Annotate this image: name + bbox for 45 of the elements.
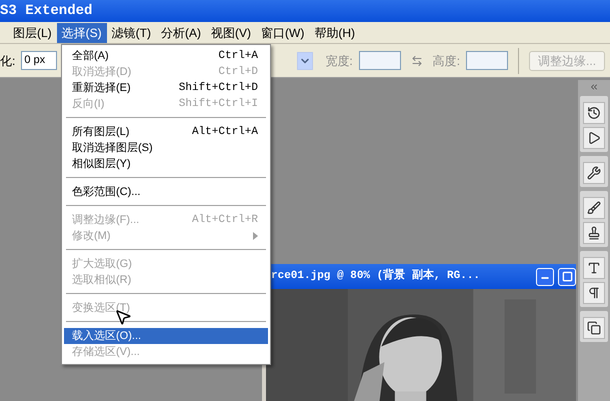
play-icon <box>587 131 601 145</box>
menu-title[interactable]: 滤镜(T) <box>106 22 156 42</box>
width-field[interactable] <box>358 51 401 70</box>
document-title: rce01.jpg @ 80% (背景 副本, RG... <box>271 268 482 284</box>
menu-item[interactable]: 全部(A) Ctrl+A <box>64 48 268 64</box>
menu-title[interactable]: 选择(S) <box>56 22 107 42</box>
stamp-icon <box>587 226 601 240</box>
type-icon <box>587 261 601 275</box>
swap-icon[interactable] <box>410 54 423 66</box>
menu-title[interactable]: 帮助(H) <box>309 22 360 42</box>
panel-button[interactable] <box>583 102 605 124</box>
paragraph-icon <box>587 286 601 300</box>
feather-label: 化: <box>0 52 16 70</box>
menu-item[interactable]: 色彩范围(C)... <box>64 184 268 200</box>
height-field[interactable] <box>466 51 508 70</box>
panel-button[interactable] <box>583 162 605 184</box>
panel-button[interactable] <box>583 222 605 244</box>
maximize-icon <box>562 271 572 282</box>
menu-item[interactable]: 重新选择(E) Shift+Ctrl+D <box>64 80 268 96</box>
menu-item[interactable]: 相似图层(Y) <box>64 156 268 172</box>
brushes-icon <box>587 201 601 215</box>
dropdown-button[interactable] <box>297 52 314 70</box>
menu-title[interactable]: 分析(A) <box>156 22 206 42</box>
panel-button[interactable] <box>583 282 605 304</box>
history-icon <box>587 106 601 120</box>
menu-title[interactable]: 窗口(W) <box>256 22 310 42</box>
panel-button[interactable] <box>583 127 605 149</box>
menu-title[interactable]: 图层(L) <box>8 22 57 42</box>
tools-icon <box>587 166 601 180</box>
panel-button[interactable] <box>583 317 605 339</box>
menu-item[interactable]: 所有图层(L) Alt+Ctrl+A <box>64 124 268 140</box>
menu-title[interactable]: 视图(V) <box>206 22 256 42</box>
menu-item[interactable]: 载入选区(O)... <box>64 328 268 344</box>
submenu-arrow-icon <box>253 232 258 240</box>
menu-item[interactable]: 取消选择图层(S) <box>64 140 268 156</box>
copy-icon <box>587 321 601 335</box>
collapse-icon[interactable] <box>589 82 599 92</box>
height-label: 高度: <box>432 52 460 70</box>
panel-button[interactable] <box>583 257 605 279</box>
window-title: S3 Extended <box>0 2 92 20</box>
width-label: 宽度: <box>325 52 353 70</box>
maximize-button[interactable] <box>558 268 576 286</box>
feather-field[interactable]: 0 px <box>21 51 58 70</box>
minimize-button[interactable] <box>536 268 554 286</box>
panel-button[interactable] <box>583 197 605 219</box>
